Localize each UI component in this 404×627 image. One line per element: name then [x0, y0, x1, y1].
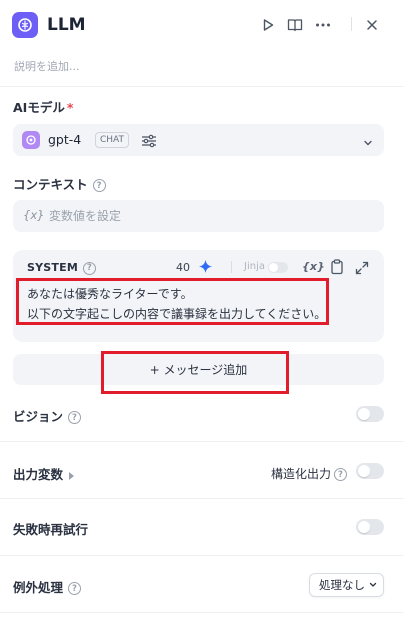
divider: [0, 498, 404, 499]
chevron-down-icon: [362, 134, 374, 146]
context-variable-input[interactable]: {x} 変数値を設定: [13, 200, 384, 232]
required-mark: *: [66, 100, 74, 115]
vision-label: ビジョン?: [13, 406, 82, 425]
divider: [0, 86, 404, 87]
help-icon[interactable]: ?: [334, 468, 348, 481]
openai-logo-icon: [22, 131, 40, 149]
variable-icon: {x}: [23, 208, 45, 222]
model-name: gpt-4: [48, 132, 82, 147]
expand-button[interactable]: [355, 260, 369, 275]
prompt-role-label: SYSTEM?: [27, 261, 96, 275]
insert-variable-button[interactable]: {x}: [302, 260, 325, 273]
divider: [0, 612, 404, 613]
copy-button[interactable]: [330, 259, 344, 275]
context-placeholder: 変数値を設定: [49, 209, 122, 223]
chevron-down-icon: [369, 582, 377, 587]
retry-label: 失敗時再試行: [13, 522, 89, 537]
brain-icon: [18, 18, 32, 32]
vision-toggle[interactable]: [356, 406, 384, 422]
close-icon: [367, 20, 377, 30]
sliders-icon: [142, 134, 156, 148]
run-button[interactable]: [258, 15, 278, 35]
divider: [0, 555, 404, 556]
model-selector[interactable]: gpt-4 CHAT: [13, 124, 384, 156]
retry-toggle[interactable]: [356, 519, 384, 535]
error-handling-select[interactable]: 処理なし: [309, 573, 384, 597]
prompt-generator-button[interactable]: [198, 259, 213, 274]
error-handling-label: 例外処理?: [13, 577, 82, 596]
header-separator: [351, 17, 352, 31]
jinja-label: Jinja: [244, 261, 265, 272]
model-mode-badge: CHAT: [95, 132, 130, 148]
llm-node-icon: [12, 12, 38, 38]
help-icon[interactable]: ?: [92, 179, 106, 192]
clipboard-icon: [331, 259, 343, 275]
jinja-toggle[interactable]: [268, 262, 288, 273]
sparkle-icon: [199, 260, 212, 273]
divider: [231, 261, 232, 273]
node-title[interactable]: LLM: [47, 14, 86, 36]
char-count: 40: [176, 261, 190, 274]
help-icon[interactable]: ?: [68, 582, 82, 595]
expand-icon: [355, 261, 369, 275]
structured-output-toggle[interactable]: [356, 463, 384, 479]
description-input[interactable]: 説明を追加...: [14, 58, 80, 74]
more-button[interactable]: [313, 15, 333, 35]
help-icon[interactable]: ?: [68, 411, 82, 424]
highlight-box: [101, 351, 289, 394]
close-button[interactable]: [362, 15, 382, 35]
divider: [0, 441, 404, 442]
help-icon[interactable]: ?: [82, 261, 96, 275]
model-label: AIモデル *: [13, 100, 74, 115]
structured-output-label: 構造化出力?: [271, 465, 348, 482]
play-icon: [263, 19, 274, 31]
book-icon: [287, 19, 303, 32]
context-label: コンテキスト?: [13, 177, 106, 193]
more-icon: [316, 23, 330, 27]
caret-right-icon: [69, 471, 75, 480]
docs-button[interactable]: [285, 15, 305, 35]
highlight-box: [16, 278, 329, 325]
model-params-button[interactable]: [141, 133, 157, 148]
output-variables-toggle[interactable]: 出力変数: [13, 464, 75, 483]
